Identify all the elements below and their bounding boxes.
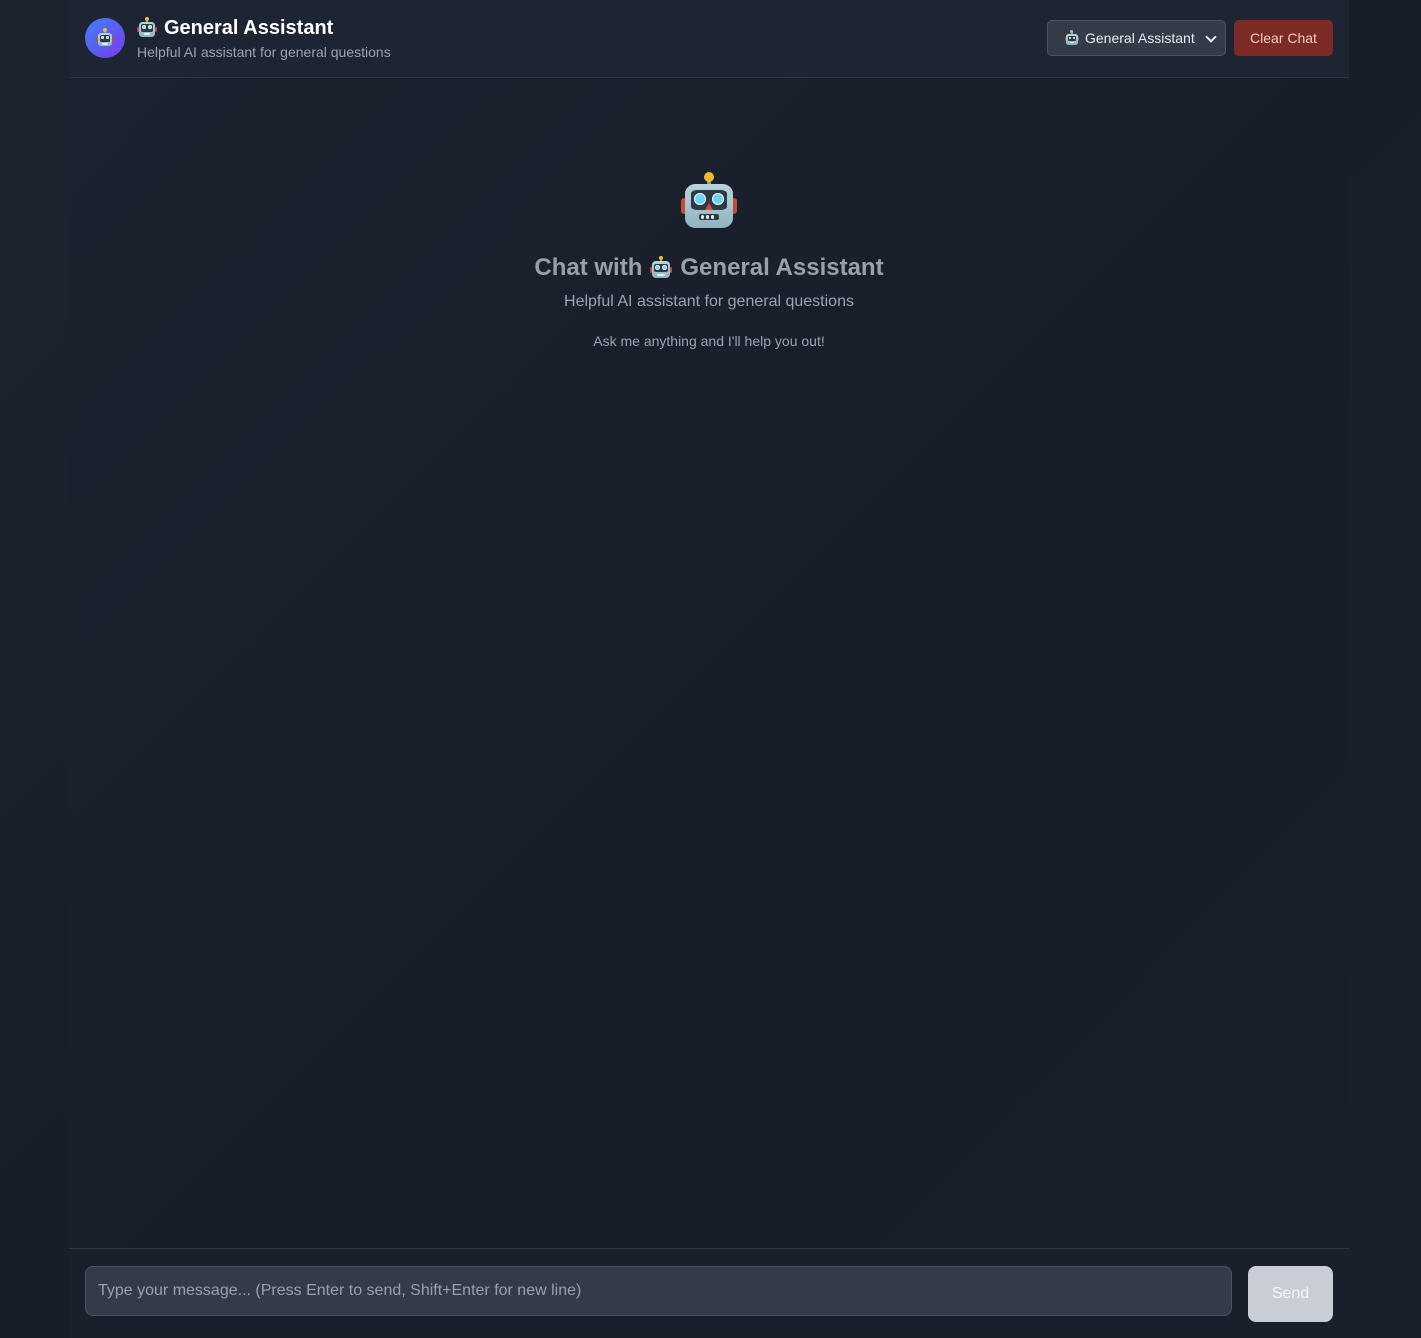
robot-icon: [137, 17, 157, 38]
empty-title-name: General Assistant: [680, 254, 884, 281]
chevron-down-icon: [1205, 31, 1217, 43]
robot-icon: [681, 172, 737, 232]
empty-state-subtitle: Helpful AI assistant for general questio…: [564, 293, 854, 310]
send-button[interactable]: Send: [1248, 1266, 1333, 1322]
message-composer: Send: [69, 1248, 1349, 1338]
robot-icon: [96, 28, 114, 47]
robot-icon: [650, 256, 673, 279]
chat-header: General Assistant Helpful AI assistant f…: [69, 0, 1349, 78]
clear-chat-button[interactable]: Clear Chat: [1234, 20, 1333, 56]
empty-state-title: Chat with General Assistant: [69, 253, 1349, 283]
assistant-select[interactable]: General Assistant: [1047, 20, 1226, 56]
empty-state-hint: Ask me anything and I'll help you out!: [593, 333, 825, 349]
header-title-row: General Assistant: [137, 15, 333, 41]
assistant-title: General Assistant: [164, 16, 334, 39]
chat-app: General Assistant Helpful AI assistant f…: [69, 0, 1349, 1338]
message-input[interactable]: [85, 1266, 1232, 1316]
assistant-select-value: General Assistant: [1085, 30, 1195, 46]
assistant-subtitle: Helpful AI assistant for general questio…: [137, 44, 391, 60]
assistant-avatar: [85, 18, 125, 58]
robot-icon: [1065, 30, 1079, 45]
empty-title-prefix: Chat with: [534, 254, 643, 281]
